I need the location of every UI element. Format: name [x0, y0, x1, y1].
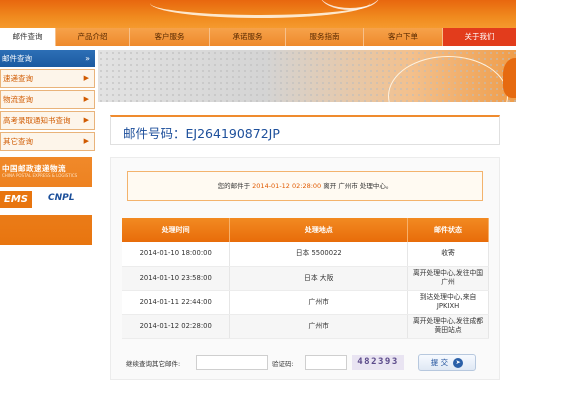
- tracking-table: 处理时间 处理地点 邮件状态 2014-01-10 18:00:00 日本 55…: [122, 218, 489, 339]
- table-row: 2014-01-10 18:00:00 日本 5500022 收寄: [122, 242, 489, 267]
- cell-state: 收寄: [407, 242, 489, 267]
- arrow-right-icon: ➤: [453, 358, 464, 368]
- page-title: 邮件号码：EJ264190872JP: [123, 126, 280, 141]
- nav-item-customer-order[interactable]: 客户下单: [364, 28, 443, 46]
- captcha-image[interactable]: 482393: [352, 355, 404, 370]
- cell-place: 广州市: [229, 290, 409, 315]
- status-summary: 您的邮件于 2014-01-12 02:28:00 离开 广州市 处理中心。: [127, 171, 483, 201]
- submit-label: 提 交: [430, 358, 449, 367]
- cell-state: 到达处理中心,来自JPKIXH: [407, 290, 489, 315]
- sidebar-item-express-query[interactable]: 速递查询 ▶: [0, 69, 95, 88]
- china-map-graphic: [503, 58, 516, 98]
- table-header-row: 处理时间 处理地点 邮件状态: [122, 218, 489, 242]
- mail-number-input[interactable]: [196, 355, 268, 370]
- triangle-right-icon: ▶: [83, 116, 89, 124]
- query-form: 继续查询其它邮件: 验证码: 482393 提 交 ➤: [122, 352, 489, 374]
- column-header-place: 处理地点: [229, 218, 409, 242]
- status-text: 离开 广州市 处理中心。: [323, 182, 393, 190]
- sidebar: 邮件查询 » 速递查询 ▶ 物流查询 ▶ 高考录取通知书查询 ▶ 其它查询 ▶ …: [0, 50, 95, 380]
- column-header-state: 邮件状态: [407, 218, 489, 242]
- cell-state: 离开处理中心,发往中国 广州: [407, 266, 489, 291]
- nav-item-about-us[interactable]: 关于我们: [443, 28, 516, 46]
- cell-place: 日本 5500022: [229, 242, 409, 267]
- captcha-input[interactable]: [305, 355, 347, 370]
- nav-item-mail-query[interactable]: 邮件查询: [0, 28, 56, 46]
- sidebar-header-label: 邮件查询: [2, 54, 32, 63]
- cnpl-logo: CNPL: [48, 193, 75, 203]
- submit-button[interactable]: 提 交 ➤: [418, 354, 476, 371]
- main-nav: 邮件查询 产品介绍 客户服务 承诺服务 服务指南 客户下单 关于我们: [0, 28, 516, 46]
- captcha-label: 验证码:: [272, 360, 294, 368]
- triangle-right-icon: ▶: [83, 74, 89, 82]
- cell-place: 广州市: [229, 314, 409, 339]
- sidebar-item-other-query[interactable]: 其它查询 ▶: [0, 132, 95, 151]
- cell-time: 2014-01-10 23:58:00: [122, 266, 231, 291]
- table-row: 2014-01-10 23:58:00 日本 大阪 离开处理中心,发往中国 广州: [122, 266, 489, 291]
- ems-promo-banner[interactable]: 中国邮政速递物流 CHINA POSTAL EXPRESS & LOGISTIC…: [0, 157, 92, 245]
- query-label: 继续查询其它邮件:: [126, 360, 181, 368]
- hero-banner: [98, 50, 516, 102]
- nav-item-service-guide[interactable]: 服务指南: [286, 28, 364, 46]
- sidebar-item-label: 高考录取通知书查询: [3, 116, 71, 125]
- status-time: 2014-01-12 02:28:00: [252, 182, 322, 190]
- sidebar-item-label: 速递查询: [3, 74, 33, 83]
- sidebar-item-logistics-query[interactable]: 物流查询 ▶: [0, 90, 95, 109]
- ems-logo: EMS: [0, 191, 32, 208]
- tracking-number-box: 邮件号码：EJ264190872JP: [110, 115, 500, 145]
- table-row: 2014-01-12 02:28:00 广州市 离开处理中心,发往成都黄田站点: [122, 314, 489, 339]
- top-banner: [0, 0, 516, 28]
- cell-time: 2014-01-11 22:44:00: [122, 290, 231, 315]
- status-prefix: 您的邮件于: [217, 182, 251, 190]
- triangle-right-icon: ▶: [83, 137, 89, 145]
- cell-time: 2014-01-10 18:00:00: [122, 242, 231, 267]
- table-row: 2014-01-11 22:44:00 广州市 到达处理中心,来自JPKIXH: [122, 290, 489, 315]
- nav-item-products[interactable]: 产品介绍: [56, 28, 130, 46]
- sidebar-item-admission-query[interactable]: 高考录取通知书查询 ▶: [0, 111, 95, 130]
- cell-place: 日本 大阪: [229, 266, 409, 291]
- promo-subtitle: CHINA POSTAL EXPRESS & LOGISTICS: [2, 173, 78, 178]
- double-chevron-up-icon: »: [85, 54, 90, 63]
- cell-state: 离开处理中心,发往成都黄田站点: [407, 314, 489, 339]
- nav-item-customer-service[interactable]: 客户服务: [130, 28, 210, 46]
- sidebar-item-label: 物流查询: [3, 95, 33, 104]
- triangle-right-icon: ▶: [83, 95, 89, 103]
- cell-time: 2014-01-12 02:28:00: [122, 314, 231, 339]
- nav-item-promise-service[interactable]: 承诺服务: [210, 28, 286, 46]
- column-header-time: 处理时间: [122, 218, 231, 242]
- sidebar-item-label: 其它查询: [3, 137, 33, 146]
- sidebar-header[interactable]: 邮件查询 »: [0, 50, 95, 67]
